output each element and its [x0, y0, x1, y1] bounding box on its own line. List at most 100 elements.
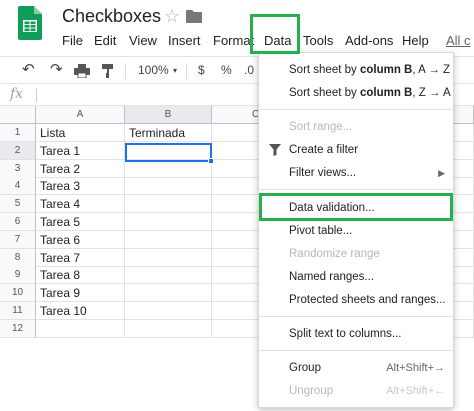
sort-za-suffix: , Z → A — [412, 87, 451, 99]
menu-pivot-table[interactable]: Pivot table... — [259, 220, 455, 242]
submenu-arrow-icon: ▶ — [438, 168, 445, 178]
app-header: Checkboxes ☆ File Edit View Insert Forma… — [0, 0, 474, 56]
menu-edit[interactable]: Edit — [94, 33, 116, 48]
cell-b[interactable] — [125, 266, 212, 285]
menu-filter-views[interactable]: Filter views... ▶ — [259, 162, 455, 184]
row-header[interactable]: 10 — [0, 284, 36, 303]
fill-handle[interactable] — [208, 158, 214, 164]
percent-format-button[interactable]: % — [221, 63, 232, 77]
cell-b[interactable] — [125, 195, 212, 214]
sort-column-name: column B — [359, 87, 413, 99]
cell-a[interactable]: Tarea 9 — [36, 284, 125, 303]
cell-a[interactable]: Tarea 3 — [36, 177, 125, 196]
paint-format-icon[interactable] — [102, 64, 114, 78]
menu-separator — [259, 189, 455, 190]
cell-a[interactable]: Tarea 7 — [36, 248, 125, 267]
menu-ungroup: Ungroup Alt+Shift+← — [259, 380, 455, 402]
active-cell-b2[interactable] — [125, 143, 212, 162]
row-header[interactable]: 9 — [0, 266, 36, 285]
row-header[interactable]: 1 — [0, 124, 36, 142]
folder-icon[interactable] — [186, 10, 202, 23]
row-header[interactable]: 6 — [0, 213, 36, 231]
fx-icon: fx — [10, 86, 24, 102]
cell-b[interactable] — [125, 248, 212, 267]
cell-a[interactable]: Tarea 1 — [36, 141, 125, 160]
toolbar-divider — [186, 63, 187, 79]
menu-separator — [259, 316, 455, 317]
row-header[interactable]: 5 — [0, 195, 36, 214]
print-icon[interactable] — [74, 64, 90, 78]
select-all-corner[interactable] — [0, 106, 36, 124]
zoom-select[interactable]: 100% — [138, 63, 169, 77]
menu-sort-range: Sort range... — [289, 121, 353, 133]
menu-named-ranges[interactable]: Named ranges... — [259, 266, 455, 288]
cell-a[interactable]: Tarea 10 — [36, 302, 125, 320]
menu-separator — [259, 109, 455, 110]
row-header[interactable]: 2 — [0, 141, 36, 160]
cell-b[interactable] — [125, 177, 212, 196]
menu-group[interactable]: Group Alt+Shift+→ — [259, 357, 455, 379]
undo-icon[interactable]: ↶ — [22, 60, 35, 78]
menu-view[interactable]: View — [129, 33, 157, 48]
currency-format-button[interactable]: $ — [198, 63, 205, 77]
decrease-decimal-button[interactable]: .0 — [244, 63, 254, 77]
row-header[interactable]: 8 — [0, 248, 36, 267]
cell-b[interactable] — [125, 319, 212, 338]
cell-a[interactable] — [36, 319, 125, 338]
cell-a[interactable]: Tarea 2 — [36, 159, 125, 178]
row-header[interactable]: 11 — [0, 302, 36, 320]
menu-tools[interactable]: Tools — [303, 33, 333, 48]
cell-a[interactable]: Tarea 5 — [36, 213, 125, 231]
row-header[interactable]: 4 — [0, 177, 36, 196]
menu-protected-sheets[interactable]: Protected sheets and ranges... — [259, 289, 455, 311]
highlight-box-data-validation — [259, 193, 453, 221]
menu-sort-sheet-az[interactable]: Sort sheet by column B, A → Z — [259, 59, 455, 81]
menu-file[interactable]: File — [62, 33, 83, 48]
column-header-b[interactable]: B — [125, 106, 212, 124]
menu-create-filter[interactable]: Create a filter — [259, 139, 455, 161]
cell-a[interactable]: Lista — [36, 124, 125, 142]
toolbar-divider — [125, 63, 126, 79]
group-shortcut: Alt+Shift+→ — [386, 362, 445, 374]
cell-a[interactable]: Tarea 8 — [36, 266, 125, 285]
cell-a[interactable]: Tarea 4 — [36, 195, 125, 214]
cell-b[interactable] — [125, 230, 212, 249]
star-icon[interactable]: ☆ — [164, 6, 180, 27]
cell-b[interactable] — [125, 284, 212, 303]
formula-divider — [36, 88, 37, 102]
cell-b[interactable] — [125, 302, 212, 320]
ungroup-label: Ungroup — [289, 385, 334, 397]
menu-help[interactable]: Help — [402, 33, 429, 48]
menu-separator — [259, 350, 455, 351]
ungroup-shortcut: Alt+Shift+← — [386, 385, 445, 397]
menu-sort-sheet-za[interactable]: Sort sheet by column B, Z → A — [259, 82, 455, 104]
filter-views-label: Filter views... — [289, 167, 357, 179]
menu-insert[interactable]: Insert — [168, 33, 201, 48]
sort-az-suffix: , A → Z — [412, 64, 451, 76]
sort-column-name: column B — [359, 64, 413, 76]
row-header[interactable]: 3 — [0, 159, 36, 178]
highlight-box-data-menu — [250, 14, 300, 54]
group-label: Group — [289, 362, 321, 374]
document-title[interactable]: Checkboxes — [62, 6, 161, 27]
row-header[interactable]: 7 — [0, 230, 36, 249]
menu-format[interactable]: Format — [213, 33, 254, 48]
menu-randomize-range: Randomize range — [289, 248, 380, 260]
sort-az-prefix: Sort sheet by — [289, 64, 360, 76]
cell-b[interactable] — [125, 159, 212, 178]
row-header[interactable]: 12 — [0, 319, 36, 338]
sort-za-prefix: Sort sheet by — [289, 87, 360, 99]
all-changes-link[interactable]: All c — [446, 33, 471, 48]
zoom-dropdown-icon[interactable]: ▾ — [173, 66, 177, 75]
sheets-logo-icon[interactable] — [18, 6, 42, 40]
cell-b[interactable]: Terminada — [125, 124, 212, 142]
create-filter-label: Create a filter — [289, 144, 359, 156]
column-header-a[interactable]: A — [36, 106, 125, 124]
data-menu-dropdown: Sort sheet by column B, A → Z Sort sheet… — [258, 52, 455, 408]
cell-b[interactable] — [125, 213, 212, 231]
menu-split-text[interactable]: Split text to columns... — [259, 323, 455, 345]
redo-icon[interactable]: ↷ — [50, 60, 63, 78]
filter-icon — [269, 144, 281, 156]
cell-a[interactable]: Tarea 6 — [36, 230, 125, 249]
menu-add-ons[interactable]: Add-ons — [345, 33, 393, 48]
